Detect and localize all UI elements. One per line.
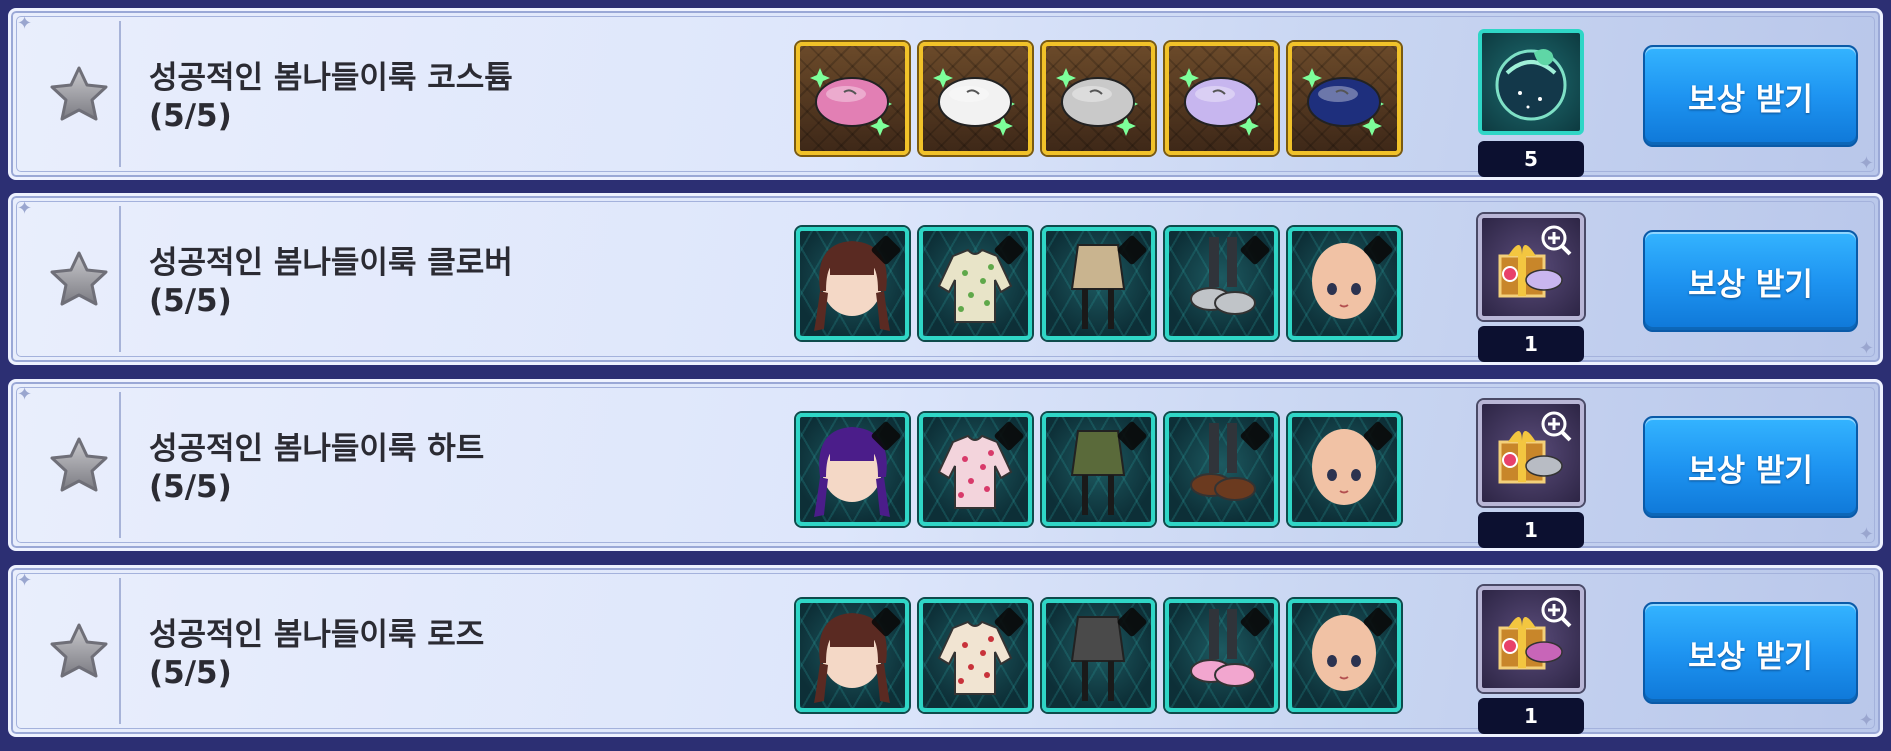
- corner-ornament-icon: ✦: [1858, 338, 1874, 359]
- corner-ornament-icon: ✦: [17, 570, 33, 591]
- reward-slot: 1: [1478, 586, 1584, 734]
- item-list: [796, 42, 1401, 155]
- divider: [119, 21, 121, 167]
- corner-ornament-icon: ✦: [17, 198, 33, 219]
- gray-beret-icon[interactable]: [1042, 42, 1155, 155]
- reward-slot: 5: [1478, 29, 1584, 177]
- corner-ornament-icon: ✦: [1858, 524, 1874, 545]
- favorite-star-icon[interactable]: [33, 51, 125, 137]
- space-orb-icon[interactable]: [1478, 29, 1584, 135]
- claim-reward-button[interactable]: 보상 받기: [1643, 416, 1858, 518]
- favorite-star-icon[interactable]: [33, 422, 125, 508]
- face-icon[interactable]: [1288, 599, 1401, 712]
- claim-reward-button[interactable]: 보상 받기: [1643, 230, 1858, 332]
- corner-ornament-icon: ✦: [17, 13, 33, 34]
- floral-jacket-icon[interactable]: [919, 227, 1032, 340]
- corner-ornament-icon: ✦: [17, 384, 33, 405]
- reward-slot: 1: [1478, 400, 1584, 548]
- reward-count: 1: [1478, 512, 1584, 548]
- lavender-beret-icon[interactable]: [1165, 42, 1278, 155]
- pink-shoes-icon[interactable]: [1165, 599, 1278, 712]
- achievement-title: 성공적인 봄나들이룩 클로버 (5/5): [149, 245, 513, 319]
- achievement-title: 성공적인 봄나들이룩 로즈 (5/5): [149, 617, 485, 691]
- achievement-row: ✦ ✦ 성공적인 봄나들이룩 코스튬 (5/5) 5 보상 받기: [8, 8, 1883, 180]
- gray-skirt-icon[interactable]: [1042, 599, 1155, 712]
- achievement-title: 성공적인 봄나들이룩 코스튬 (5/5): [149, 60, 513, 134]
- item-list: [796, 599, 1401, 712]
- olive-skirt-icon[interactable]: [1042, 413, 1155, 526]
- item-list: [796, 413, 1401, 526]
- beige-skirt-icon[interactable]: [1042, 227, 1155, 340]
- face-icon[interactable]: [1288, 227, 1401, 340]
- item-list: [796, 227, 1401, 340]
- divider: [119, 392, 121, 538]
- reward-count: 1: [1478, 326, 1584, 362]
- gift-box-icon[interactable]: [1478, 214, 1584, 320]
- achievement-row: ✦ ✦ 성공적인 봄나들이룩 클로버 (5/5) 1 보상 받기: [8, 193, 1883, 365]
- pink-beret-icon[interactable]: [796, 42, 909, 155]
- face-icon[interactable]: [1288, 413, 1401, 526]
- heart-jacket-icon[interactable]: [919, 413, 1032, 526]
- achievement-title: 성공적인 봄나들이룩 하트 (5/5): [149, 431, 485, 505]
- reward-count: 5: [1478, 141, 1584, 177]
- reward-count: 1: [1478, 698, 1584, 734]
- claim-reward-button[interactable]: 보상 받기: [1643, 45, 1858, 147]
- purple-hair-icon[interactable]: [796, 413, 909, 526]
- brown-hair-icon[interactable]: [796, 227, 909, 340]
- brown-hair-icon[interactable]: [796, 599, 909, 712]
- favorite-star-icon[interactable]: [33, 236, 125, 322]
- white-beret-icon[interactable]: [919, 42, 1032, 155]
- achievement-row: ✦ ✦ 성공적인 봄나들이룩 하트 (5/5) 1 보상 받기: [8, 379, 1883, 551]
- divider: [119, 578, 121, 724]
- gift-box-icon[interactable]: [1478, 586, 1584, 692]
- rose-jacket-icon[interactable]: [919, 599, 1032, 712]
- navy-beret-icon[interactable]: [1288, 42, 1401, 155]
- divider: [119, 206, 121, 352]
- corner-ornament-icon: ✦: [1858, 153, 1874, 174]
- claim-reward-button[interactable]: 보상 받기: [1643, 602, 1858, 704]
- brown-shoes-icon[interactable]: [1165, 413, 1278, 526]
- gift-box-icon[interactable]: [1478, 400, 1584, 506]
- corner-ornament-icon: ✦: [1858, 710, 1874, 731]
- gray-shoes-icon[interactable]: [1165, 227, 1278, 340]
- favorite-star-icon[interactable]: [33, 608, 125, 694]
- achievement-row: ✦ ✦ 성공적인 봄나들이룩 로즈 (5/5) 1 보상 받기: [8, 565, 1883, 737]
- reward-slot: 1: [1478, 214, 1584, 362]
- achievement-list: ✦ ✦ 성공적인 봄나들이룩 코스튬 (5/5) 5 보상 받기 ✦ ✦ 성공적…: [0, 0, 1891, 751]
